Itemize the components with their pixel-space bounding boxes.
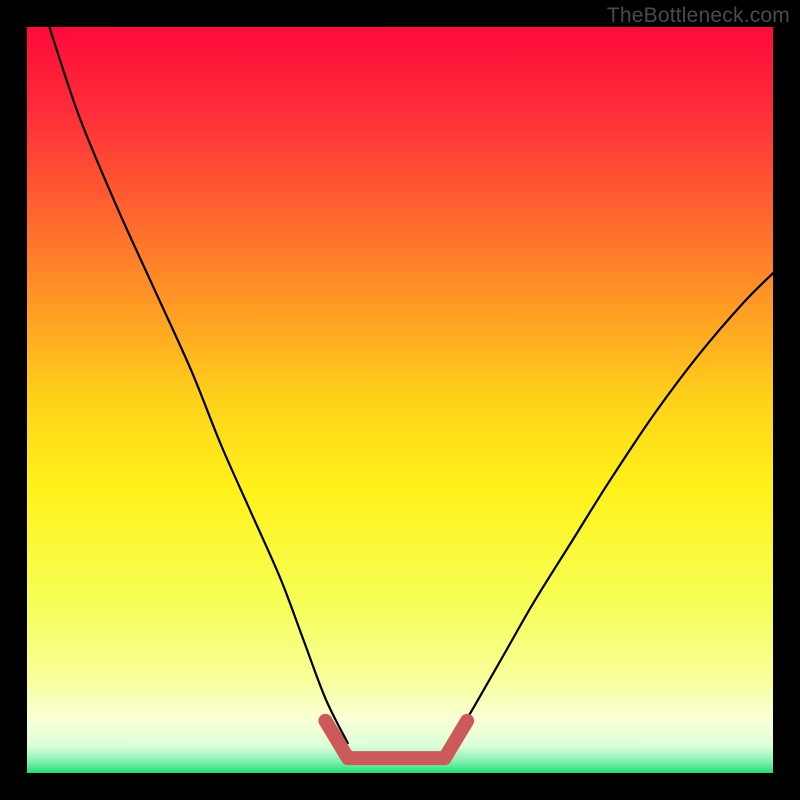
gradient-background xyxy=(27,27,773,773)
watermark-text: TheBottleneck.com xyxy=(607,4,790,28)
chart-svg xyxy=(27,27,773,773)
chart-plot-area xyxy=(27,27,773,773)
chart-frame: TheBottleneck.com xyxy=(0,0,800,800)
